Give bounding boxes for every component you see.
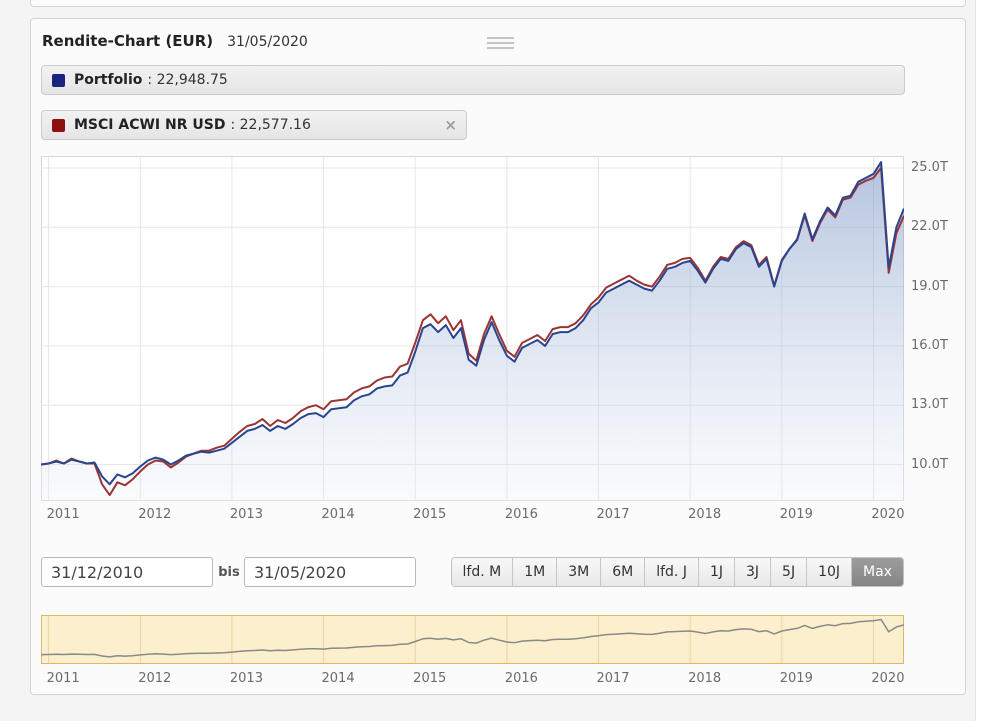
page-title: Rendite-Chart (EUR)	[42, 32, 213, 50]
range-button-6m[interactable]: 6M	[601, 558, 645, 586]
range-button-max[interactable]: Max	[852, 558, 903, 586]
navigator-axis-label: 2018	[677, 671, 733, 686]
main-chart[interactable]	[41, 156, 904, 501]
y-axis-label: 13.0T	[911, 397, 948, 412]
benchmark-separator: :	[230, 117, 239, 133]
range-button-3m[interactable]: 3M	[557, 558, 601, 586]
y-axis-label: 16.0T	[911, 338, 948, 353]
navigator-axis-label: 2013	[218, 671, 274, 686]
navigator-axis-label: 2020	[860, 671, 916, 686]
date-from-input[interactable]	[41, 557, 213, 587]
navigator-axis-label: 2014	[310, 671, 366, 686]
x-axis-label: 2011	[35, 507, 91, 522]
x-axis-label: 2014	[310, 507, 366, 522]
date-to-input[interactable]	[244, 557, 416, 587]
y-axis-label: 10.0T	[911, 457, 948, 472]
benchmark-name: MSCI ACWI NR USD	[74, 117, 225, 133]
legend-benchmark: MSCI ACWI NR USD : 22,577.16 ×	[41, 110, 467, 140]
chart-panel: Rendite-Chart (EUR) 31/05/2020 Portfolio…	[30, 18, 966, 695]
navigator-axis-label: 2011	[35, 671, 91, 686]
x-axis-label: 2017	[585, 507, 641, 522]
navigator-axis-label: 2017	[585, 671, 641, 686]
y-axis-label: 25.0T	[911, 160, 948, 175]
y-axis-label: 19.0T	[911, 279, 948, 294]
navigator-axis-label: 2015	[402, 671, 458, 686]
header-date: 31/05/2020	[227, 34, 308, 50]
page-right-gutter	[975, 0, 999, 721]
range-button-lfd-m[interactable]: lfd. M	[452, 558, 514, 586]
navigator-axis-label: 2012	[127, 671, 183, 686]
range-button-10j[interactable]: 10J	[807, 558, 852, 586]
benchmark-swatch-icon	[52, 119, 65, 132]
x-axis-label: 2020	[860, 507, 916, 522]
y-axis-label: 22.0T	[911, 219, 948, 234]
portfolio-swatch-icon	[52, 74, 65, 87]
main-chart-svg	[41, 156, 904, 501]
x-axis-label: 2016	[493, 507, 549, 522]
range-button-3j[interactable]: 3J	[735, 558, 771, 586]
panel-header: Rendite-Chart (EUR) 31/05/2020	[42, 32, 308, 50]
previous-panel-edge	[30, 0, 966, 7]
navigator-chart[interactable]	[41, 615, 904, 664]
x-axis-label: 2013	[218, 507, 274, 522]
navigator-axis-label: 2016	[493, 671, 549, 686]
x-axis-label: 2012	[127, 507, 183, 522]
portfolio-name: Portfolio	[74, 72, 142, 88]
close-icon[interactable]: ×	[444, 116, 457, 135]
benchmark-value: 22,577.16	[240, 117, 311, 133]
range-button-1j[interactable]: 1J	[699, 558, 735, 586]
x-axis-label: 2018	[677, 507, 733, 522]
range-button-5j[interactable]: 5J	[771, 558, 807, 586]
range-button-lfd-j[interactable]: lfd. J	[645, 558, 699, 586]
drag-handle-icon[interactable]	[487, 37, 514, 52]
range-button-1m[interactable]: 1M	[513, 558, 557, 586]
range-button-group: lfd. M1M3M6Mlfd. J1J3J5J10JMax	[451, 557, 904, 587]
portfolio-value: 22,948.75	[157, 72, 228, 88]
navigator-svg	[41, 615, 904, 664]
bis-label: bis	[215, 565, 243, 580]
navigator-axis-label: 2019	[768, 671, 824, 686]
x-axis-label: 2019	[768, 507, 824, 522]
legend-portfolio: Portfolio : 22,948.75	[41, 65, 905, 95]
portfolio-separator: :	[147, 72, 156, 88]
x-axis-label: 2015	[402, 507, 458, 522]
